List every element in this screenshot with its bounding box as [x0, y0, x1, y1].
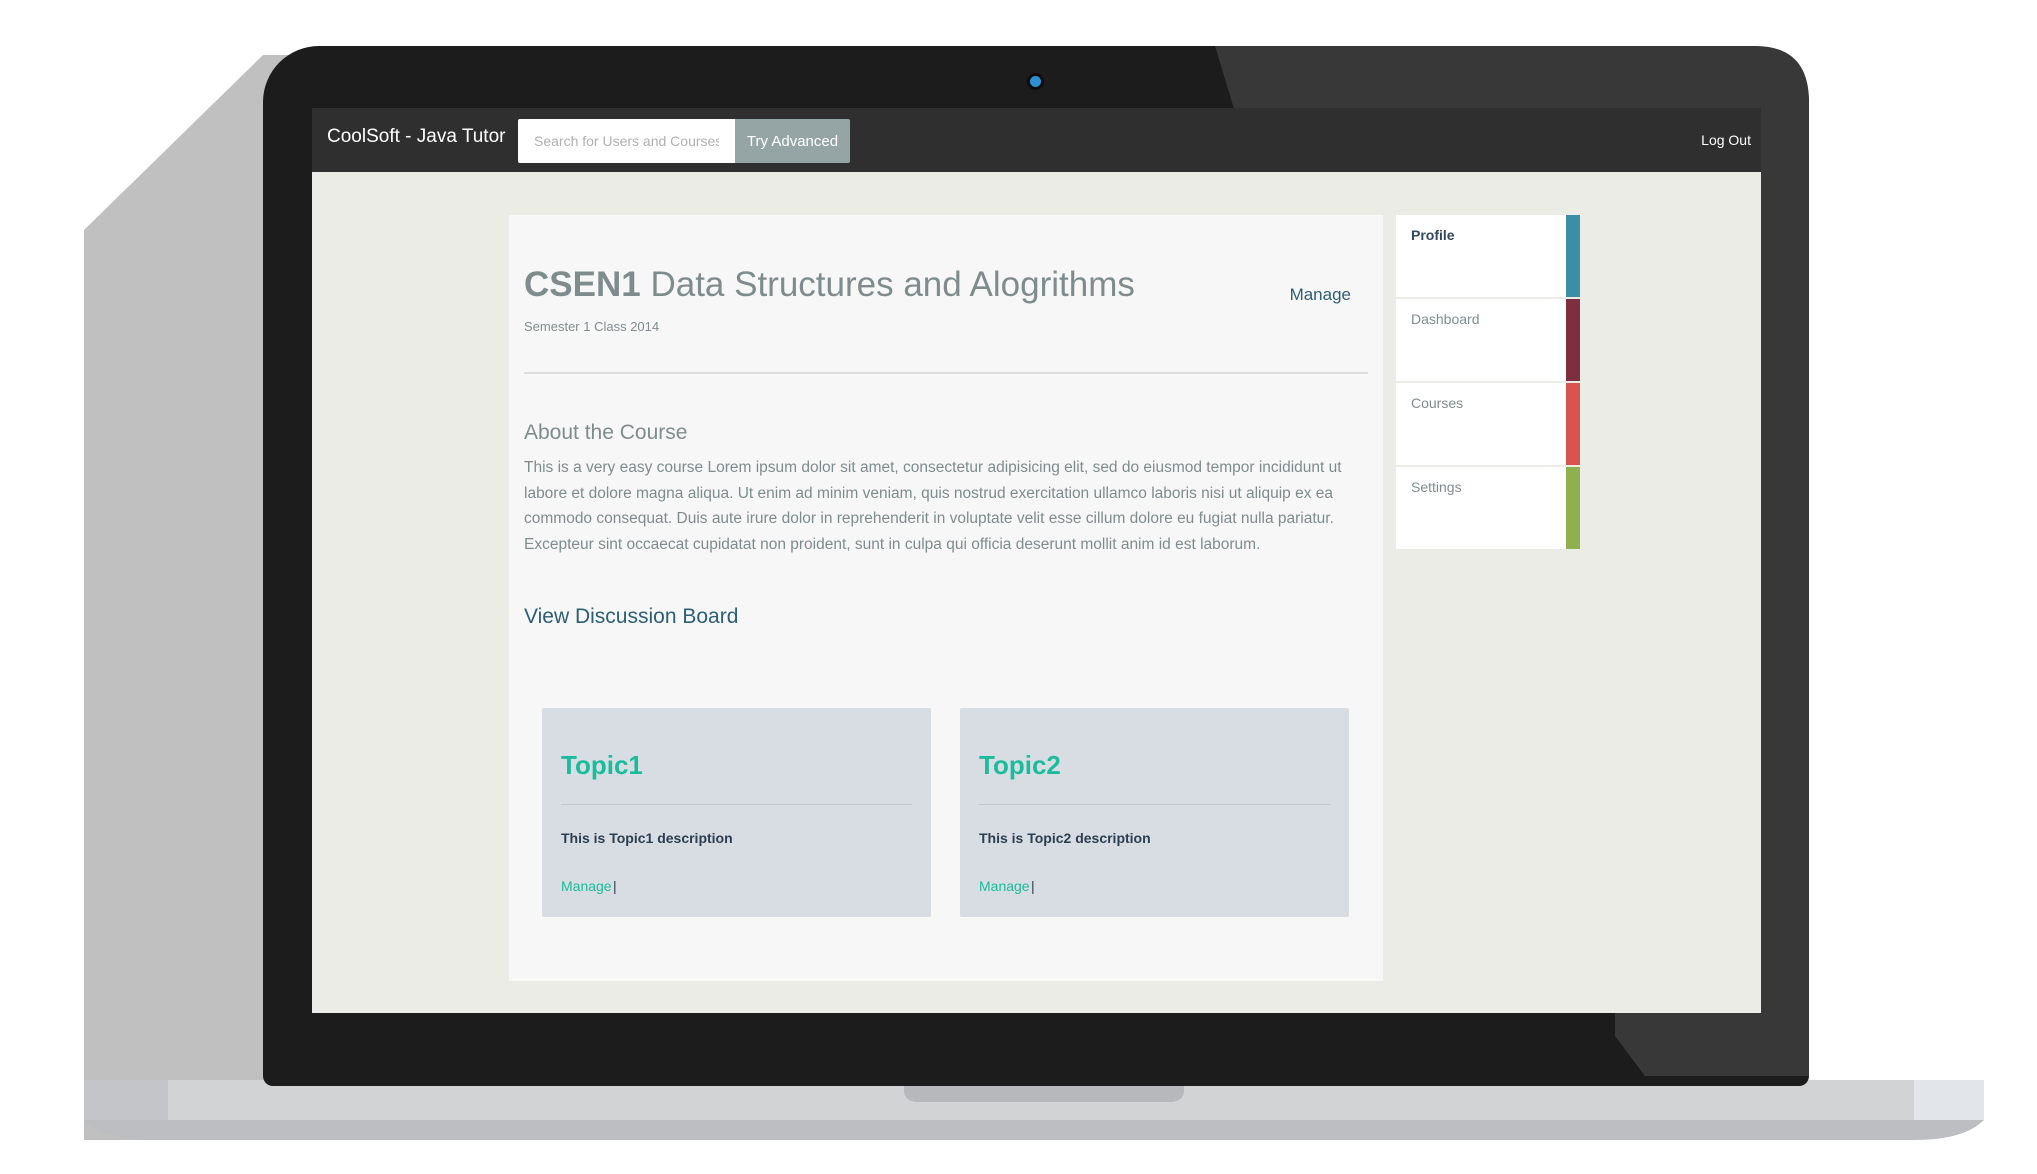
course-panel: CSEN1 Data Structures and Alogrithms Sem…	[509, 215, 1383, 981]
topic-manage-link[interactable]: Manage	[979, 878, 1030, 894]
course-subtitle: Semester 1 Class 2014	[524, 319, 660, 334]
brand-title[interactable]: CoolSoft - Java Tutor	[327, 126, 505, 148]
side-menu-label: Settings	[1411, 479, 1462, 495]
divider	[524, 372, 1368, 374]
topic-description: This is Topic1 description	[561, 830, 733, 846]
side-menu-label: Dashboard	[1411, 311, 1480, 327]
search-input[interactable]	[518, 119, 735, 163]
view-discussion-board-link[interactable]: View Discussion Board	[524, 605, 738, 629]
topic-title[interactable]: Topic2	[979, 750, 1061, 781]
course-name: Data Structures and Alogrithms	[650, 265, 1135, 304]
topic-manage-link[interactable]: Manage	[561, 878, 612, 894]
try-advanced-button[interactable]: Try Advanced	[735, 119, 850, 163]
app-screen: CoolSoft - Java Tutor Try Advanced Log O…	[312, 108, 1761, 1013]
course-title: CSEN1 Data Structures and Alogrithms	[524, 265, 1135, 305]
manage-course-link[interactable]: Manage	[1290, 285, 1351, 305]
topic-description: This is Topic2 description	[979, 830, 1151, 846]
topic-divider	[979, 804, 1330, 805]
course-code: CSEN1	[524, 265, 641, 304]
about-text: This is a very easy course Lorem ipsum d…	[524, 459, 1342, 553]
topic-divider	[561, 804, 912, 805]
side-menu-item-dashboard[interactable]: Dashboard	[1396, 299, 1580, 383]
side-menu-color-bar	[1566, 215, 1580, 297]
side-menu-color-bar	[1566, 383, 1580, 465]
about-heading: About the Course	[524, 421, 688, 444]
laptop-base	[84, 1080, 1984, 1140]
topic-card: Topic2 This is Topic2 description Manage…	[960, 708, 1349, 917]
topic-title[interactable]: Topic1	[561, 750, 643, 781]
logout-link[interactable]: Log Out	[1701, 132, 1751, 148]
topic-card: Topic1 This is Topic1 description Manage…	[542, 708, 931, 917]
link-separator: |	[613, 878, 617, 894]
side-menu-item-courses[interactable]: Courses	[1396, 383, 1580, 467]
navbar: CoolSoft - Java Tutor Try Advanced Log O…	[312, 108, 1761, 172]
webcam-icon	[1030, 76, 1041, 87]
side-menu-color-bar	[1566, 299, 1580, 381]
side-menu-item-profile[interactable]: Profile	[1396, 215, 1580, 299]
side-menu-label: Profile	[1411, 227, 1455, 243]
link-separator: |	[1031, 878, 1035, 894]
side-menu-color-bar	[1566, 467, 1580, 549]
side-menu-item-settings[interactable]: Settings	[1396, 467, 1580, 551]
side-menu-label: Courses	[1411, 395, 1464, 411]
side-menu: Profile Dashboard Courses Settings	[1396, 215, 1580, 551]
